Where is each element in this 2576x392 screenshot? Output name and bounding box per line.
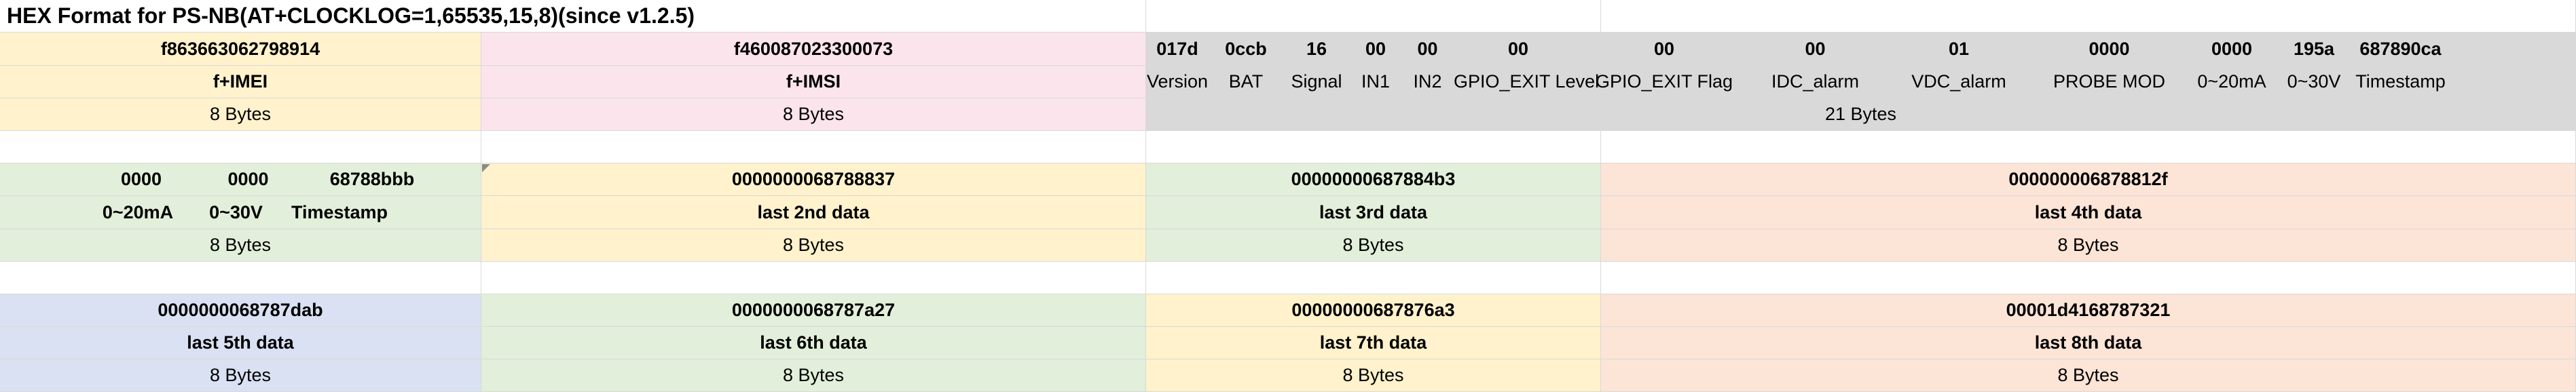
field-label-timestamp: Timestamp xyxy=(2355,71,2446,92)
fields-size-cell[interactable]: 21 Bytes xyxy=(1146,98,2576,131)
hex-format-sheet: HEX Format for PS-NB(AT+CLOCKLOG=1,65535… xyxy=(0,0,2576,392)
field-hex-in2: 00 xyxy=(1417,38,1438,59)
imsi-size-cell[interactable]: 8 Bytes xyxy=(481,98,1146,131)
field-hex-timestamp: 687890ca xyxy=(2359,38,2442,59)
last-7th-hex-cell[interactable]: 00000000687876a3 xyxy=(1146,294,1601,327)
last-4th-size-cell[interactable]: 8 Bytes xyxy=(1601,229,2576,262)
empty-cell[interactable] xyxy=(1146,262,1601,294)
last-8th-size-cell[interactable]: 8 Bytes xyxy=(1601,359,2576,392)
last-8th-hex-cell[interactable]: 00001d4168787321 xyxy=(1601,294,2576,327)
imei-hex-cell[interactable]: f863663062798914 xyxy=(0,33,481,66)
field-label-probe-mod: PROBE MOD xyxy=(2053,71,2166,92)
last-3rd-hex-cell[interactable]: 00000000687884b3 xyxy=(1146,163,1601,196)
field-label-signal: Signal xyxy=(1291,71,1342,92)
last-2nd-size-cell[interactable]: 8 Bytes xyxy=(481,229,1146,262)
first-log-ma-hex: 0000 xyxy=(120,169,162,189)
first-log-v-label: 0~30V xyxy=(209,201,263,222)
empty-cell[interactable] xyxy=(1146,0,1601,33)
first-log-timestamp-label: Timestamp xyxy=(291,201,388,222)
empty-cell[interactable] xyxy=(0,131,481,163)
first-log-v-hex: 0000 xyxy=(227,169,269,189)
field-label-0-30v: 0~30V xyxy=(2287,71,2341,92)
empty-cell[interactable] xyxy=(481,262,1146,294)
field-label-gpio-exit-level: GPIO_EXIT Level xyxy=(1454,71,1600,92)
last-7th-size-cell[interactable]: 8 Bytes xyxy=(1146,359,1601,392)
field-label-0-20ma: 0~20mA xyxy=(2197,71,2266,92)
sheet-title[interactable]: HEX Format for PS-NB(AT+CLOCKLOG=1,65535… xyxy=(0,0,1146,33)
field-hex-version: 017d xyxy=(1156,38,1198,59)
field-hex-0-20ma: 0000 xyxy=(2211,38,2253,59)
last-3rd-label-cell[interactable]: last 3rd data xyxy=(1146,196,1601,229)
last-5th-hex-cell[interactable]: 0000000068787dab xyxy=(0,294,481,327)
fields-hex-list: 017d 0ccb 16 00 00 00 00 00 01 0000 0000 195a 687890… xyxy=(1146,33,2575,65)
fields-label-list: Version BAT Signal IN1 IN2 GPIO_EXIT Level GPI… xyxy=(1146,66,2575,98)
fields-label-row[interactable]: Version BAT Signal IN1 IN2 GPIO_EXIT Level GPI… xyxy=(1146,66,2576,98)
last-6th-label-cell[interactable]: last 6th data xyxy=(481,327,1146,359)
field-hex-gpio-exit-level: 00 xyxy=(1507,38,1529,59)
imsi-label-cell[interactable]: f+IMSI xyxy=(481,66,1146,98)
empty-cell[interactable] xyxy=(1601,262,2576,294)
field-hex-bat: 0ccb xyxy=(1225,38,1267,59)
last-4th-hex-cell[interactable]: 000000006878812f xyxy=(1601,163,2576,196)
first-log-ma-label: 0~20mA xyxy=(102,201,174,222)
field-label-in2: IN2 xyxy=(1413,71,1442,92)
last-8th-label-cell[interactable]: last 8th data xyxy=(1601,327,2576,359)
last-2nd-label-cell[interactable]: last 2nd data xyxy=(481,196,1146,229)
field-hex-in1: 00 xyxy=(1365,38,1386,59)
empty-cell[interactable] xyxy=(1601,131,2576,163)
field-label-bat: BAT xyxy=(1228,71,1264,92)
first-log-timestamp-hex: 68788bbb xyxy=(329,169,415,189)
field-hex-probe-mod: 0000 xyxy=(2089,38,2130,59)
last-3rd-size-cell[interactable]: 8 Bytes xyxy=(1146,229,1601,262)
imei-size-cell[interactable]: 8 Bytes xyxy=(0,98,481,131)
field-hex-signal: 16 xyxy=(1306,38,1327,59)
last-5th-label-cell[interactable]: last 5th data xyxy=(0,327,481,359)
empty-cell[interactable] xyxy=(1601,0,2576,33)
first-log-label-cell[interactable]: 0~20mA 0~30V Timestamp xyxy=(0,196,481,229)
field-label-vdc-alarm: VDC_alarm xyxy=(1911,71,2006,92)
field-hex-idc-alarm: 00 xyxy=(1805,38,1826,59)
comment-corner-marker xyxy=(482,164,490,172)
last-5th-size-cell[interactable]: 8 Bytes xyxy=(0,359,481,392)
empty-cell[interactable] xyxy=(1146,131,1601,163)
field-hex-0-30v: 195a xyxy=(2293,38,2335,59)
last-6th-hex-cell[interactable]: 0000000068787a27 xyxy=(481,294,1146,327)
field-hex-vdc-alarm: 01 xyxy=(1948,38,1970,59)
field-label-in1: IN1 xyxy=(1361,71,1391,92)
first-log-hex-cell[interactable]: 0000 0000 68788bbb xyxy=(0,163,481,196)
first-log-size-cell[interactable]: 8 Bytes xyxy=(0,229,481,262)
field-label-idc-alarm: IDC_alarm xyxy=(1771,71,1860,92)
fields-hex-row[interactable]: 017d 0ccb 16 00 00 00 00 00 01 0000 0000 195a 687890… xyxy=(1146,33,2576,66)
field-label-version: Version xyxy=(1146,71,1209,92)
last-2nd-hex-cell[interactable]: 0000000068788837 xyxy=(481,163,1146,196)
empty-cell[interactable] xyxy=(481,131,1146,163)
imsi-hex-cell[interactable]: f460087023300073 xyxy=(481,33,1146,66)
empty-cell[interactable] xyxy=(0,262,481,294)
field-label-gpio-exit-flag: GPIO_EXIT Flag xyxy=(1595,71,1733,92)
last-7th-label-cell[interactable]: last 7th data xyxy=(1146,327,1601,359)
last-4th-label-cell[interactable]: last 4th data xyxy=(1601,196,2576,229)
field-hex-gpio-exit-flag: 00 xyxy=(1653,38,1675,59)
imei-label-cell[interactable]: f+IMEI xyxy=(0,66,481,98)
last-6th-size-cell[interactable]: 8 Bytes xyxy=(481,359,1146,392)
